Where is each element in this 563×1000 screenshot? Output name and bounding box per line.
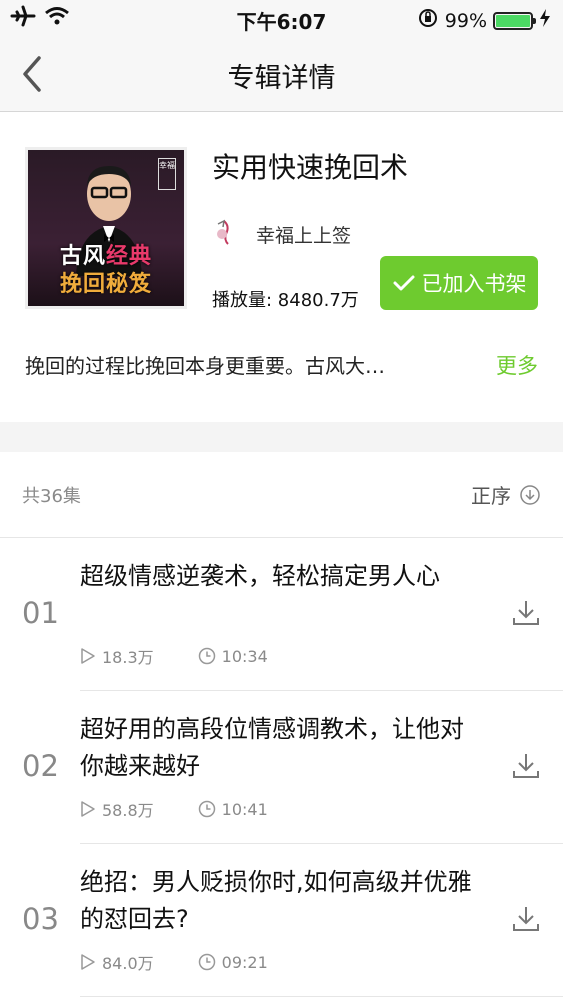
battery-fill bbox=[496, 14, 530, 27]
album-info-card: 幸福 古风经典 挽回秘笈 实用快速挽回术 幸福上上签 播放量: 8480.7万 … bbox=[0, 112, 563, 422]
episode-meta: 84.0万 09:21 bbox=[80, 950, 268, 974]
author-row[interactable]: 幸福上上签 bbox=[214, 218, 351, 250]
episode-title: 超好用的高段位情感调教术，让他对你越来越好 bbox=[80, 715, 464, 780]
added-to-shelf-button[interactable]: 已加入书架 bbox=[380, 256, 538, 310]
episode-title: 绝招：男人贬损你时,如何高级并优雅的怼回去? bbox=[80, 868, 472, 933]
episode-list: 01 超级情感逆袭术，轻松搞定男人心 18.3万 10:34 02 超好用的高段… bbox=[0, 538, 563, 1000]
episode-number: 01 bbox=[22, 596, 59, 630]
album-cover[interactable]: 幸福 古风经典 挽回秘笈 bbox=[28, 150, 184, 306]
episode-duration: 09:21 bbox=[198, 953, 268, 972]
episode-row[interactable]: 03 绝招：男人贬损你时,如何高级并优雅的怼回去? 84.0万 09:21 bbox=[0, 844, 563, 997]
album-title: 实用快速挽回术 bbox=[212, 151, 409, 184]
episode-plays: 18.3万 bbox=[80, 644, 154, 668]
cover-badge: 幸福 bbox=[158, 158, 176, 190]
episode-plays: 58.8万 bbox=[80, 797, 154, 821]
play-icon bbox=[81, 648, 95, 664]
episode-duration-text: 10:41 bbox=[221, 799, 268, 819]
play-icon bbox=[81, 954, 95, 970]
clock-icon bbox=[198, 647, 215, 665]
orientation-lock-icon bbox=[417, 7, 439, 34]
episode-play-count: 18.3万 bbox=[102, 648, 154, 667]
cover-text-line2: 挽回秘笈 bbox=[59, 272, 152, 297]
download-icon[interactable] bbox=[511, 598, 541, 628]
download-icon[interactable] bbox=[511, 751, 541, 781]
album-description: 挽回的过程比挽回本身更重要。古风大… bbox=[25, 354, 385, 378]
episode-plays: 84.0万 bbox=[80, 950, 154, 974]
episode-duration-text: 10:34 bbox=[221, 646, 268, 666]
more-link[interactable]: 更多 bbox=[496, 350, 538, 380]
sort-label: 正序 bbox=[471, 484, 511, 508]
episode-list-header: 共36集 正序 bbox=[0, 452, 563, 538]
author-name: 幸福上上签 bbox=[256, 224, 352, 247]
battery-icon bbox=[493, 11, 536, 30]
author-avatar-icon bbox=[214, 218, 234, 250]
page-title: 专辑详情 bbox=[227, 63, 336, 94]
episode-duration: 10:34 bbox=[198, 647, 268, 666]
clock-icon bbox=[198, 800, 215, 818]
download-icon[interactable] bbox=[511, 904, 541, 934]
episode-row[interactable]: 01 超级情感逆袭术，轻松搞定男人心 18.3万 10:34 bbox=[0, 538, 563, 691]
episode-title: 超级情感逆袭术，轻松搞定男人心 bbox=[80, 562, 440, 590]
shelf-button-label: 已加入书架 bbox=[421, 272, 527, 296]
play-count: 播放量: 8480.7万 bbox=[212, 290, 359, 311]
episode-play-count: 58.8万 bbox=[102, 801, 154, 820]
clock-icon bbox=[198, 953, 215, 971]
sort-button[interactable]: 正序 bbox=[471, 480, 541, 509]
play-icon bbox=[81, 801, 95, 817]
episode-count: 共36集 bbox=[22, 486, 81, 507]
episode-meta: 58.8万 10:41 bbox=[80, 797, 268, 821]
episode-play-count: 84.0万 bbox=[102, 954, 154, 973]
episode-duration-text: 09:21 bbox=[221, 952, 268, 972]
check-icon bbox=[393, 275, 414, 291]
album-description-row: 挽回的过程比挽回本身更重要。古风大… 更多 bbox=[25, 350, 545, 379]
episode-number: 03 bbox=[22, 902, 59, 936]
episode-number: 02 bbox=[22, 749, 59, 783]
episode-row[interactable]: 02 超好用的高段位情感调教术，让他对你越来越好 58.8万 10:41 bbox=[0, 691, 563, 844]
charging-icon bbox=[539, 8, 551, 33]
episode-duration: 10:41 bbox=[198, 800, 268, 819]
status-right: 99% bbox=[417, 7, 551, 34]
nav-bar: 专辑详情 bbox=[0, 36, 563, 112]
divider bbox=[80, 996, 563, 997]
battery-percent: 99% bbox=[444, 9, 487, 32]
episode-meta: 18.3万 10:34 bbox=[80, 644, 268, 668]
sort-down-icon bbox=[520, 484, 540, 505]
status-bar: 下午6:07 99% bbox=[0, 0, 563, 36]
